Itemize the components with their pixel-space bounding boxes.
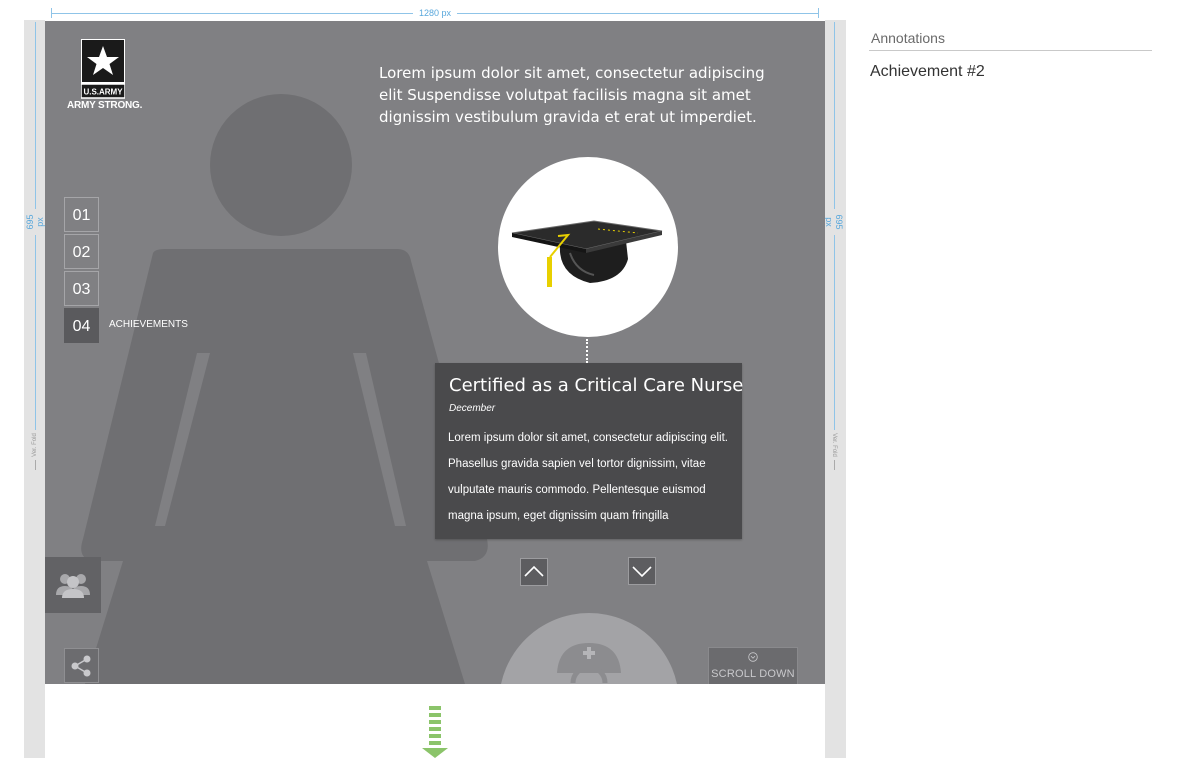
achievement-date: December bbox=[449, 403, 496, 414]
card-connector bbox=[586, 339, 588, 363]
scroll-down-icon bbox=[748, 652, 758, 662]
army-wordmark: U.S.ARMY bbox=[83, 88, 123, 97]
share-button[interactable] bbox=[64, 648, 99, 683]
annotations-title: Annotations bbox=[871, 30, 945, 46]
achievement-icon-circle bbox=[498, 157, 678, 337]
flow-arrow-icon bbox=[422, 706, 448, 758]
fold-label: Ver. Fold bbox=[32, 430, 38, 460]
army-logo[interactable]: U.S.ARMY ARMY STRONG. bbox=[67, 38, 149, 116]
active-step-label: ACHIEVEMENTS bbox=[109, 319, 188, 330]
hero-stage: U.S.ARMY ARMY STRONG. Lorem ipsum dolor … bbox=[45, 21, 825, 684]
height-dimension-right: 695 px bbox=[824, 22, 844, 432]
step-04-button[interactable]: 04 bbox=[64, 308, 99, 343]
step-01-button[interactable]: 01 bbox=[64, 197, 99, 232]
width-dimension-label: 1280 px bbox=[412, 8, 458, 18]
nurse-cap-icon bbox=[557, 643, 621, 684]
height-dimension-label: 695 px bbox=[824, 209, 844, 235]
height-dimension-left: 695 px bbox=[25, 22, 45, 432]
army-star-icon: U.S.ARMY bbox=[81, 39, 125, 99]
step-navigation: 01 02 03 04 ACHIEVEMENTS bbox=[64, 197, 188, 345]
fold-marker-right: Ver. Fold bbox=[829, 430, 839, 470]
fold-label: Ver. Fold bbox=[831, 430, 837, 460]
achievement-description: Lorem ipsum dolor sit amet, consectetur … bbox=[448, 432, 728, 522]
width-dimension: 1280 px bbox=[51, 8, 819, 18]
intro-text: Lorem ipsum dolor sit amet, consectetur … bbox=[379, 64, 765, 126]
achievement-title: Certified as a Critical Care Nurse bbox=[449, 375, 744, 396]
achievement-card: Certified as a Critical Care Nurse Decem… bbox=[435, 363, 744, 539]
chevron-up-icon bbox=[524, 565, 544, 577]
annotations-divider bbox=[869, 50, 1152, 51]
chevron-down-icon bbox=[632, 566, 652, 578]
next-achievement-circle bbox=[499, 613, 679, 684]
share-icon bbox=[71, 655, 91, 677]
height-dimension-label: 695 px bbox=[25, 209, 45, 235]
previous-achievement-button[interactable] bbox=[520, 558, 548, 586]
scroll-down-label: SCROLL DOWN bbox=[711, 668, 795, 680]
step-02-button[interactable]: 02 bbox=[64, 234, 99, 269]
next-achievement-button[interactable] bbox=[628, 557, 656, 585]
annotation-item: Achievement #2 bbox=[870, 63, 985, 80]
scroll-down-button[interactable]: SCROLL DOWN bbox=[708, 647, 798, 684]
army-tagline: ARMY STRONG. bbox=[67, 100, 143, 111]
people-icon bbox=[56, 574, 90, 598]
step-03-button[interactable]: 03 bbox=[64, 271, 99, 306]
community-button[interactable] bbox=[45, 557, 101, 613]
graduation-cap-icon bbox=[511, 220, 663, 287]
fold-marker-left: Ver. Fold bbox=[30, 430, 40, 470]
